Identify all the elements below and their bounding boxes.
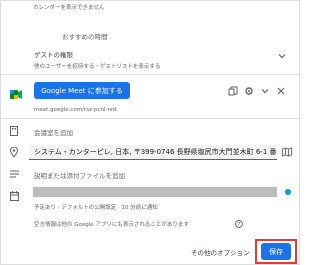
close-icon[interactable] — [275, 85, 287, 97]
add-conference-room[interactable]: 会議室を追加 — [34, 127, 73, 137]
meet-link[interactable]: meet.google.com/rsz-pcnl-nrd — [34, 107, 117, 113]
event-quick-create-dialog: カレンダーを表示できません おすすめの時間 ゲストの権限 他のユーザーを招待する… — [0, 0, 301, 265]
building-icon — [9, 125, 19, 137]
calendar-unavailable-text: カレンダーを表示できません — [33, 5, 105, 11]
chevron-down-icon[interactable] — [259, 85, 271, 97]
divider — [1, 74, 301, 75]
add-description[interactable]: 説明または添付ファイルを追加 — [34, 170, 125, 180]
guest-permissions-title: ゲストの権限 — [34, 51, 73, 59]
location-input[interactable]: システム・カンターピレ, 日本, 〒399-0746 長野県塩尻市大門並木町 6… — [29, 145, 277, 160]
help-icon[interactable]: ? — [234, 219, 243, 228]
google-meet-icon — [10, 85, 22, 99]
divider — [1, 118, 301, 119]
gear-icon[interactable] — [243, 85, 255, 97]
more-options-button[interactable]: その他のオプション — [191, 247, 250, 257]
calendar-color-dot[interactable] — [285, 189, 291, 195]
save-button[interactable]: 保存 — [261, 243, 291, 260]
map-icon[interactable] — [281, 146, 293, 158]
guest-permissions-section[interactable]: ゲストの権限 他のユーザーを招待する・ゲストリストを表示する — [34, 49, 274, 70]
join-meet-button[interactable]: Google Meet に参加する — [34, 82, 130, 99]
description-icon — [9, 169, 19, 179]
availability-note: 空き情報は他の Google アプリにも表示されることがあります — [34, 222, 189, 228]
location-pin-icon — [9, 146, 19, 158]
calendar-owner-redacted[interactable] — [33, 187, 277, 197]
chevron-down-icon[interactable] — [277, 51, 287, 61]
suggested-time-link[interactable]: おすすめの時間 — [62, 31, 108, 41]
guest-permissions-subtitle: 他のユーザーを招待する・ゲストリストを表示する — [34, 64, 161, 70]
calendar-meta: 予定あり · デフォルトの公開設定 · 10 分前に通知 — [34, 205, 158, 211]
svg-text:?: ? — [237, 222, 240, 228]
copy-icon[interactable] — [227, 85, 239, 97]
calendar-icon — [9, 190, 19, 201]
